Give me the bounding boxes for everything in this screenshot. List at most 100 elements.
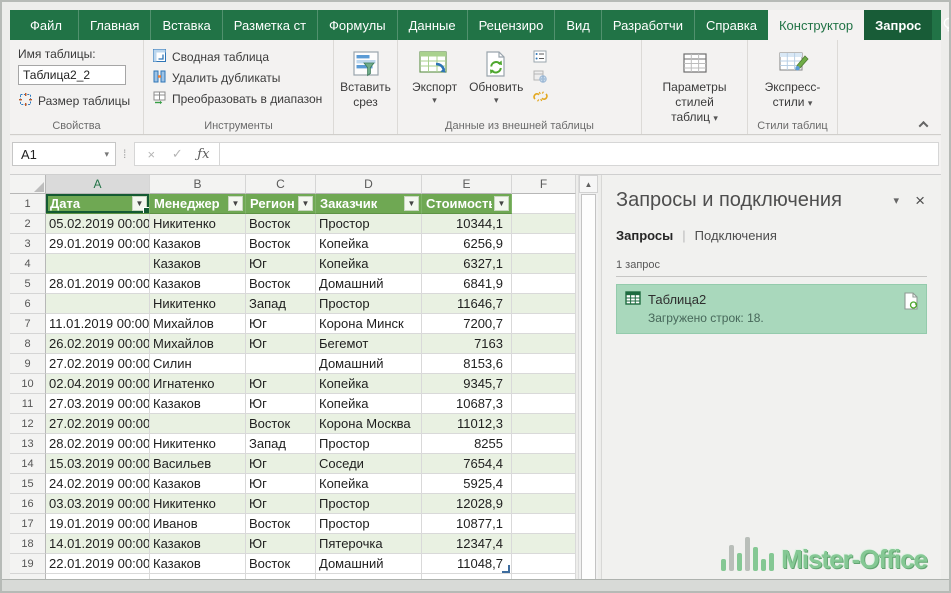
table-name-input[interactable] [18,65,126,85]
column-header-B[interactable]: B [150,175,246,194]
grid-cell[interactable] [512,254,576,274]
grid-cell[interactable]: 11.01.2019 00:00 [46,314,150,334]
grid-cell[interactable] [46,294,150,314]
grid-cell[interactable]: 5925,4 [422,474,512,494]
grid-cell[interactable]: Восток [246,234,316,254]
grid-cell[interactable]: 11048,7 [422,554,512,574]
enter-icon[interactable]: ✓ [165,146,189,162]
grid-cell[interactable]: Юг [246,394,316,414]
grid-cell[interactable]: Юг [246,334,316,354]
ribbon-tab-Разметка ст[interactable]: Разметка ст [222,10,317,40]
grid-cell[interactable]: Силин [150,354,246,374]
grid-cell[interactable]: Михайлов [150,334,246,354]
grid-cell[interactable]: 05.02.2019 00:00 [46,214,150,234]
grid-cell[interactable]: Юг [246,474,316,494]
grid-cell[interactable]: Копейка [316,374,422,394]
grid-cell[interactable] [512,394,576,414]
grid-cell[interactable]: 02.04.2019 00:00 [46,374,150,394]
assistant-button[interactable]: Помощн [932,10,951,40]
row-header-2[interactable]: 2 [10,214,46,234]
grid-cell[interactable]: Запад [246,294,316,314]
row-header-12[interactable]: 12 [10,414,46,434]
ribbon-tab-Конструктор[interactable]: Конструктор [768,10,864,40]
vertical-scrollbar[interactable]: ▲ [578,175,598,583]
query-peek-icon[interactable] [903,292,918,315]
table-style-options-button[interactable]: Параметры стилей таблиц ▾ [650,45,739,128]
row-header-11[interactable]: 11 [10,394,46,414]
grid-cell[interactable]: Игнатенко [150,374,246,394]
row-header-17[interactable]: 17 [10,514,46,534]
grid-cell[interactable]: 8153,6 [422,354,512,374]
tab-queries[interactable]: Запросы [616,228,673,243]
insert-slicer-button[interactable]: Вставить срез [342,45,389,113]
grid-cell[interactable]: 9345,7 [422,374,512,394]
pivot-table-button[interactable]: Сводная таблица [152,48,325,66]
ribbon-tab-Вид[interactable]: Вид [554,10,601,40]
grid-cell[interactable]: 26.02.2019 00:00 [46,334,150,354]
grid-cell[interactable] [512,434,576,454]
grid-cell[interactable]: Простор [316,214,422,234]
filter-dropdown-icon[interactable]: ▼ [404,196,419,211]
ribbon-tab-Справка[interactable]: Справка [694,10,768,40]
ribbon-tab-Рецензиро[interactable]: Рецензиро [467,10,555,40]
row-header-14[interactable]: 14 [10,454,46,474]
grid-cell[interactable]: Казаков [150,474,246,494]
convert-to-range-button[interactable]: Преобразовать в диапазон [152,90,325,108]
ribbon-tab-Главная[interactable]: Главная [78,10,150,40]
spreadsheet-grid[interactable]: ABCDEF1Дата▼Менеджер▼Регион▼Заказчик▼Сто… [10,175,576,583]
row-header-15[interactable]: 15 [10,474,46,494]
grid-cell[interactable]: 7163 [422,334,512,354]
grid-cell[interactable]: Бегемот [316,334,422,354]
grid-cell[interactable]: Простор [316,294,422,314]
open-in-browser-icon[interactable] [531,68,549,84]
connection-properties-icon[interactable] [531,48,549,64]
grid-cell[interactable]: Юг [246,454,316,474]
formula-bar-splitter[interactable]: ⁞ [116,147,134,161]
grid-cell[interactable]: Никитенко [150,494,246,514]
grid-cell[interactable]: Восток [246,214,316,234]
grid-cell[interactable]: 6256,9 [422,234,512,254]
grid-cell[interactable]: Пятерочка [316,534,422,554]
grid-cell[interactable] [512,334,576,354]
grid-cell[interactable] [512,274,576,294]
grid-cell[interactable]: Копейка [316,254,422,274]
ribbon-tab-Запрос[interactable]: Запрос [864,10,932,40]
grid-cell[interactable]: 6327,1 [422,254,512,274]
row-header-8[interactable]: 8 [10,334,46,354]
grid-cell[interactable]: Простор [316,514,422,534]
grid-cell[interactable]: 27.03.2019 00:00 [46,394,150,414]
grid-cell[interactable]: Домашний [316,554,422,574]
row-header-1[interactable]: 1 [10,194,46,214]
grid-cell[interactable]: Юг [246,494,316,514]
grid-cell[interactable]: Никитенко [150,434,246,454]
column-header-D[interactable]: D [316,175,422,194]
refresh-button[interactable]: Обновить ▾ [463,45,529,108]
export-button[interactable]: Экспорт ▾ [406,45,463,108]
grid-cell[interactable]: Восток [246,554,316,574]
row-header-10[interactable]: 10 [10,374,46,394]
grid-cell[interactable]: Казаков [150,534,246,554]
tab-connections[interactable]: Подключения [695,228,777,243]
grid-cell[interactable]: Восток [246,514,316,534]
table-header-cell[interactable]: Менеджер▼ [150,194,246,214]
grid-cell[interactable]: 22.01.2019 00:00 [46,554,150,574]
insert-function-icon[interactable]: ƒx [191,147,215,162]
grid-cell[interactable]: Никитенко [150,294,246,314]
grid-cell[interactable]: Корона Москва [316,414,422,434]
grid-cell[interactable]: Корона Минск [316,314,422,334]
grid-cell[interactable]: 11012,3 [422,414,512,434]
grid-cell[interactable]: 10877,1 [422,514,512,534]
grid-cell[interactable]: 8255 [422,434,512,454]
column-header-A[interactable]: A [46,175,150,194]
collapse-ribbon-button[interactable] [915,118,931,130]
column-header-F[interactable]: F [512,175,576,194]
unlink-icon[interactable] [531,88,549,104]
grid-cell[interactable]: Восток [246,274,316,294]
grid-cell[interactable]: 03.03.2019 00:00 [46,494,150,514]
grid-cell[interactable]: Казаков [150,274,246,294]
grid-cell[interactable]: 29.01.2019 00:00 [46,234,150,254]
ribbon-tab-Файл[interactable]: Файл [10,10,78,40]
ribbon-tab-Формулы[interactable]: Формулы [317,10,397,40]
grid-cell[interactable]: 12347,4 [422,534,512,554]
grid-cell[interactable] [512,354,576,374]
